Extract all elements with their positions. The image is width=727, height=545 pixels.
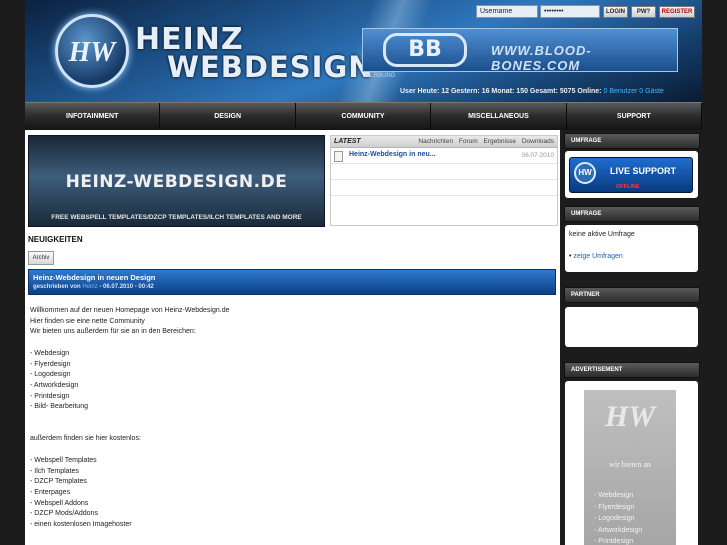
feature-slide[interactable]: HEINZ-WEBDESIGN.DE FREE WEBSPELL TEMPLAT… bbox=[28, 135, 325, 227]
banner-caption: WERBUNG bbox=[364, 73, 396, 79]
section-title: NEUIGKEITEN bbox=[28, 235, 83, 244]
nav-miscellaneous[interactable]: MISCELLANEOUS bbox=[431, 103, 567, 130]
latest-item[interactable]: Heinz-Webdesign in neu... 06.07.2010 bbox=[331, 148, 557, 164]
latest-label: LATEST bbox=[334, 138, 361, 145]
logo-mark: HW bbox=[68, 37, 116, 68]
tab-ergebnisse[interactable]: Ergebnisse bbox=[483, 138, 516, 145]
news-meta: geschrieben von Heinz - 06.07.2010 - 00:… bbox=[33, 284, 154, 290]
live-support-label: LIVE SUPPORT bbox=[610, 166, 677, 176]
slide-subtitle: FREE WEBSPELL TEMPLATES/DZCP TEMPLATES/I… bbox=[51, 214, 302, 221]
live-support-status: OFFLINE bbox=[616, 184, 640, 190]
news-line: - DZCP Mods/Addons bbox=[30, 510, 98, 518]
header-ad-banner[interactable]: BB WWW.BLOOD-BONES.COM bbox=[362, 28, 678, 73]
slide-title: HEINZ-WEBDESIGN.DE bbox=[65, 172, 288, 192]
latest-item-date: 06.07.2010 bbox=[521, 152, 554, 159]
main-content: HEINZ-WEBDESIGN.DE FREE WEBSPELL TEMPLAT… bbox=[25, 130, 560, 545]
sidebar-head-support: UMFRAGE bbox=[564, 133, 700, 149]
news-line: außerdem finden sie hier kostenlos: bbox=[30, 435, 141, 443]
ad-service-item: - Printdesign bbox=[594, 538, 634, 545]
username-input[interactable] bbox=[476, 5, 538, 18]
news-line: - einen kostenlosen Imagehoster bbox=[30, 521, 132, 529]
news-line: - DZCP Templates bbox=[30, 478, 87, 486]
show-polls-label[interactable]: zeige Umfragen bbox=[573, 253, 622, 260]
latest-empty-row bbox=[331, 180, 557, 196]
news-author-link[interactable]: Heinz bbox=[82, 284, 97, 290]
sidebar-head-poll: UMFRAGE bbox=[564, 206, 700, 222]
login-button[interactable]: LOGIN bbox=[603, 6, 628, 18]
ad-tagline: wir bieten an bbox=[609, 460, 651, 469]
login-bar: LOGIN PW? REGISTER bbox=[470, 3, 702, 19]
sidebar: UMFRAGE HW LIVE SUPPORT OFFLINE UMFRAGE … bbox=[562, 130, 702, 545]
sidebar-box-poll: keine aktive Umfrage • zeige Umfragen bbox=[565, 225, 698, 272]
ad-service-list: - Webdesign - Flyerdesign - Logodesign -… bbox=[594, 490, 642, 545]
logo-text-line2[interactable]: WEBDESIGN bbox=[167, 50, 374, 84]
ad-service-item: - Logodesign bbox=[594, 515, 635, 522]
latest-empty-row bbox=[331, 164, 557, 180]
user-stats: User Heute: 12 Gestern: 16 Monat: 150 Ge… bbox=[400, 88, 664, 95]
news-line: - Artworkdesign bbox=[30, 381, 79, 389]
ad-service-item: - Artworkdesign bbox=[594, 526, 643, 534]
news-line: - Webdesign bbox=[30, 349, 70, 357]
password-reminder-button[interactable]: PW? bbox=[631, 6, 656, 18]
news-line bbox=[30, 445, 550, 456]
ad-service-item: - Webdesign bbox=[594, 492, 634, 499]
news-line: Hier finden sie eine nette Community bbox=[30, 317, 145, 325]
nav-design[interactable]: DESIGN bbox=[160, 103, 296, 130]
sidebar-head-partner: PARTNER bbox=[564, 287, 700, 303]
main-nav: INFOTAINMENT DESIGN COMMUNITY MISCELLANE… bbox=[25, 102, 703, 130]
show-polls-link[interactable]: • zeige Umfragen bbox=[569, 253, 623, 260]
news-line: - Ilch Templates bbox=[30, 467, 79, 475]
tab-forum[interactable]: Forum bbox=[459, 138, 478, 145]
archive-button[interactable]: Archiv bbox=[28, 251, 54, 265]
document-icon bbox=[334, 151, 343, 162]
news-line bbox=[30, 338, 550, 349]
nav-community[interactable]: COMMUNITY bbox=[296, 103, 432, 130]
news-line: - Webspell Addons bbox=[30, 499, 89, 507]
news-line: - Webspell Templates bbox=[30, 456, 97, 464]
sidebar-box-support: HW LIVE SUPPORT OFFLINE bbox=[565, 151, 698, 198]
user-stats-text: User Heute: 12 Gestern: 16 Monat: 150 Ge… bbox=[400, 88, 602, 95]
sidebar-head-advertisement: ADVERTISEMENT bbox=[564, 362, 700, 378]
news-meta-prefix: geschrieben von bbox=[33, 284, 81, 290]
bullet: • bbox=[569, 253, 572, 260]
online-count: 0 Benutzer 0 Gäste bbox=[603, 88, 664, 95]
logo-emblem[interactable]: HW bbox=[55, 14, 129, 88]
password-input[interactable] bbox=[540, 5, 600, 18]
latest-bar: LATEST Nachrichten Forum Ergebnisse Down… bbox=[331, 136, 557, 148]
latest-tabs: Nachrichten Forum Ergebnisse Downloads bbox=[414, 138, 554, 145]
live-support-button[interactable]: HW LIVE SUPPORT OFFLINE bbox=[569, 157, 693, 193]
news-line: - Logodesign bbox=[30, 371, 71, 379]
register-button[interactable]: REGISTER bbox=[659, 6, 695, 18]
poll-status: keine aktive Umfrage bbox=[569, 231, 635, 238]
news-headline[interactable]: Heinz-Webdesign in neuen Design bbox=[33, 273, 155, 282]
news-line: - Flyerdesign bbox=[30, 360, 71, 368]
banner-site-text: WWW.BLOOD-BONES.COM bbox=[491, 43, 592, 73]
news-line: - Enterpages bbox=[30, 488, 71, 496]
latest-item-title[interactable]: Heinz-Webdesign in neu... bbox=[349, 151, 436, 158]
tab-nachrichten[interactable]: Nachrichten bbox=[418, 138, 453, 145]
sidebar-box-partner bbox=[565, 307, 698, 347]
nav-support[interactable]: SUPPORT bbox=[567, 103, 703, 130]
ad-logo: HW bbox=[604, 400, 655, 433]
news-meta-date: - 06.07.2010 - 00:42 bbox=[99, 284, 154, 290]
news-line: - Printdesign bbox=[30, 392, 70, 400]
news-line: - Bild- Bearbeitung bbox=[30, 403, 88, 411]
news-line: Wir bieten uns außerdem für sie an in de… bbox=[30, 328, 196, 336]
nav-infotainment[interactable]: INFOTAINMENT bbox=[25, 103, 161, 130]
news-line bbox=[30, 413, 550, 424]
news-header: Heinz-Webdesign in neuen Design geschrie… bbox=[28, 269, 556, 295]
logo-icon: HW bbox=[574, 162, 596, 184]
news-line: Willkommen auf der neuen Homepage von He… bbox=[30, 307, 230, 314]
news-body: Willkommen auf der neuen Homepage von He… bbox=[30, 306, 550, 531]
banner-logo: BB bbox=[383, 33, 467, 67]
tab-downloads[interactable]: Downloads bbox=[522, 138, 554, 145]
advertisement-banner[interactable]: HW wir bieten an - Webdesign - Flyerdesi… bbox=[584, 390, 676, 545]
news-line bbox=[30, 424, 550, 435]
ad-service-item: - Flyerdesign bbox=[594, 503, 635, 511]
latest-box: LATEST Nachrichten Forum Ergebnisse Down… bbox=[330, 135, 558, 226]
